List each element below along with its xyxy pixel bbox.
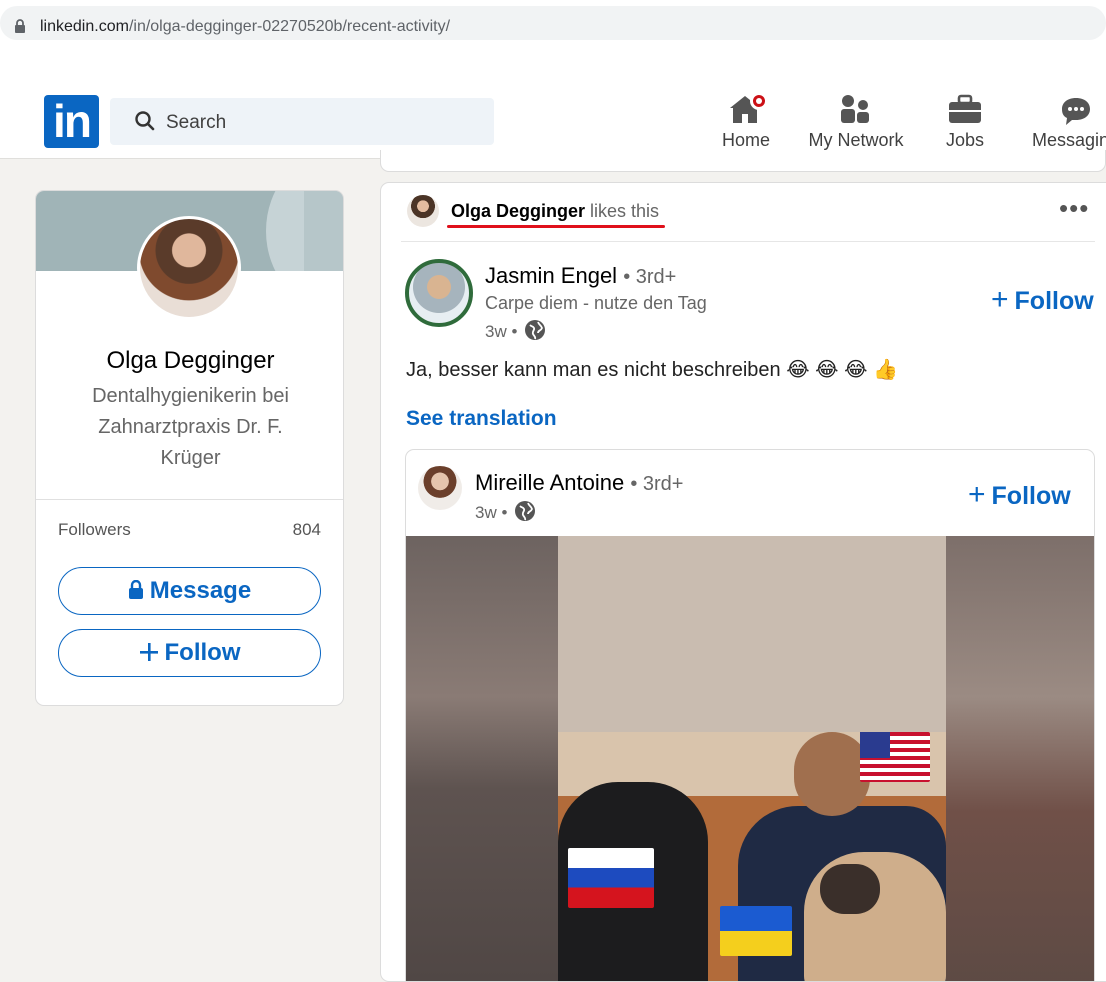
globe-icon bbox=[514, 500, 536, 527]
nav-jobs[interactable]: Jobs bbox=[930, 90, 1000, 156]
reshare-time-text: 3w • bbox=[475, 502, 508, 522]
divider bbox=[36, 499, 343, 500]
search-input[interactable] bbox=[164, 108, 468, 138]
video-scene bbox=[558, 732, 946, 981]
see-translation-link[interactable]: See translation bbox=[406, 407, 557, 431]
browser-address-bar: linkedin.com/in/olga-degginger-02270520b… bbox=[0, 0, 1106, 46]
reshare-author-name[interactable]: Mireille Antoine bbox=[475, 470, 624, 495]
plus-icon: + bbox=[968, 478, 986, 511]
pug-figure bbox=[804, 852, 946, 981]
nav-my-network-label: My Network bbox=[808, 130, 904, 150]
linkedin-logo[interactable]: in bbox=[44, 95, 99, 148]
video-frame bbox=[558, 536, 946, 981]
url-field[interactable]: linkedin.com/in/olga-degginger-02270520b… bbox=[0, 6, 1106, 40]
previous-feed-card bbox=[380, 150, 1106, 172]
profile-avatar[interactable] bbox=[137, 216, 241, 320]
annotation-underline bbox=[447, 225, 665, 228]
follow-button[interactable]: Follow bbox=[58, 629, 321, 677]
post-time-text: 3w • bbox=[485, 321, 518, 341]
usa-flag-icon bbox=[860, 732, 930, 782]
follow-button-label: Follow bbox=[164, 639, 241, 666]
connection-degree: • 3rd+ bbox=[623, 266, 677, 288]
nav-home-label: Home bbox=[721, 130, 770, 150]
plus-icon: + bbox=[991, 283, 1009, 316]
reshare-author-avatar[interactable] bbox=[418, 466, 462, 510]
message-button-label: Message bbox=[149, 577, 252, 604]
nav-messaging[interactable]: Messaging bbox=[1024, 90, 1106, 156]
video-blur-right bbox=[946, 536, 1094, 981]
notification-badge bbox=[750, 92, 768, 110]
author-headline: Carpe diem - nutze den Tag bbox=[485, 293, 707, 313]
follow-author-label: Follow bbox=[1014, 287, 1094, 315]
liker-name[interactable]: Olga Degginger bbox=[451, 201, 585, 221]
linkedin-header: in Home My Network Jobs Messaging bbox=[0, 84, 1106, 159]
message-button[interactable]: Message bbox=[58, 567, 321, 615]
post-text: Ja, besser kann man es nicht beschreiben… bbox=[406, 359, 898, 381]
people-icon bbox=[838, 94, 874, 129]
author-avatar[interactable] bbox=[405, 259, 473, 327]
follow-reshare-author-button[interactable]: + Follow bbox=[968, 478, 1071, 512]
more-options-icon[interactable]: ••• bbox=[1059, 193, 1089, 224]
globe-icon bbox=[524, 319, 546, 346]
nav-my-network[interactable]: My Network bbox=[800, 90, 912, 156]
divider bbox=[401, 241, 1095, 242]
activity-line: Olga Degginger likes this bbox=[451, 201, 659, 222]
briefcase-icon bbox=[948, 94, 982, 129]
search-icon bbox=[134, 110, 156, 137]
author-line: Jasmin Engel • 3rd+ bbox=[485, 263, 676, 289]
feed-post: Olga Degginger likes this ••• Jasmin Eng… bbox=[380, 182, 1106, 982]
profile-name[interactable]: Olga Degginger bbox=[36, 347, 343, 375]
profile-card: Olga Degginger Dentalhygienikerin bei Za… bbox=[35, 190, 344, 706]
profile-headline: Dentalhygienikerin bei Zahnarztpraxis Dr… bbox=[92, 385, 289, 469]
followers-count: 804 bbox=[292, 520, 321, 539]
lock-icon bbox=[128, 570, 144, 616]
messaging-icon bbox=[1060, 96, 1092, 131]
nav-home[interactable]: Home bbox=[712, 90, 780, 156]
connection-degree: • 3rd+ bbox=[630, 473, 684, 495]
ukraine-flag-icon bbox=[720, 906, 792, 956]
nav-jobs-label: Jobs bbox=[945, 130, 985, 150]
url-host: linkedin.com bbox=[40, 18, 129, 35]
liker-avatar[interactable] bbox=[407, 195, 439, 227]
reshared-post: Mireille Antoine • 3rd+ 3w • + Follow bbox=[405, 449, 1095, 981]
search-box[interactable] bbox=[110, 98, 494, 145]
follow-reshare-label: Follow bbox=[991, 482, 1071, 510]
activity-action: likes this bbox=[590, 201, 660, 221]
followers-label: Followers bbox=[58, 520, 131, 539]
url-path: /in/olga-degginger-02270520b/recent-acti… bbox=[128, 18, 451, 35]
nav-messaging-label: Messaging bbox=[1032, 130, 1106, 150]
plus-icon bbox=[139, 632, 159, 678]
post-time: 3w • bbox=[485, 319, 546, 346]
video-blur-left bbox=[406, 536, 558, 981]
lock-icon bbox=[14, 19, 26, 39]
bookmarks-bar bbox=[0, 46, 1106, 85]
reshare-time: 3w • bbox=[475, 500, 536, 527]
url-text[interactable]: linkedin.com/in/olga-degginger-02270520b… bbox=[40, 18, 450, 36]
author-name[interactable]: Jasmin Engel bbox=[485, 263, 617, 288]
video-player[interactable] bbox=[406, 536, 1094, 981]
russia-flag-icon bbox=[568, 848, 654, 908]
reshare-author-line: Mireille Antoine • 3rd+ bbox=[475, 470, 683, 496]
follow-author-button[interactable]: + Follow bbox=[991, 283, 1094, 317]
